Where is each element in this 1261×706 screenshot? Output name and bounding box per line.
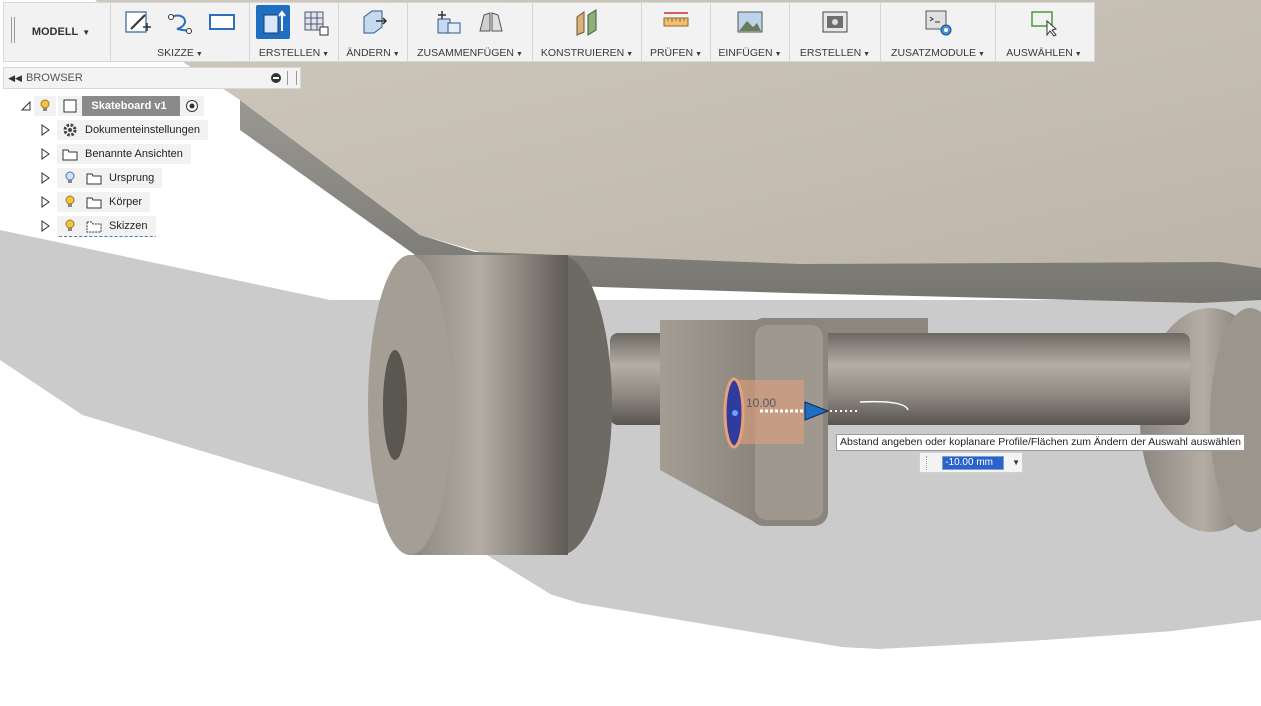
chevron-down-icon: ▼	[1074, 51, 1082, 58]
expand-triangle-icon[interactable]	[37, 216, 53, 236]
chevron-down-icon: ▼	[82, 27, 91, 37]
chevron-down-icon: ▼	[626, 51, 634, 58]
workspace-label: MODELL	[31, 26, 79, 38]
left-wheel	[368, 255, 452, 555]
create-sketch-icon[interactable]	[121, 5, 155, 39]
group-label-auswaehlen: AUSWÄHLEN	[1006, 47, 1073, 59]
form-icon[interactable]	[298, 5, 332, 39]
workspace-switcher[interactable]: MODELL ▼	[12, 3, 111, 61]
document-icon	[58, 96, 82, 116]
group-skizze[interactable]: SKIZZE ▼	[111, 3, 250, 61]
group-auswaehlen[interactable]: AUSWÄHLEN ▼	[996, 3, 1092, 61]
extrude-icon[interactable]	[256, 5, 290, 39]
chevron-down-icon: ▼	[863, 51, 871, 58]
browser-item-benannte-ansichten[interactable]: Benannte Ansichten	[37, 144, 191, 164]
chevron-down-icon[interactable]: ▼	[1010, 458, 1022, 467]
joint-icon[interactable]	[474, 5, 508, 39]
expand-triangle-icon[interactable]	[37, 144, 53, 164]
new-component-icon[interactable]	[432, 5, 466, 39]
browser-root-label[interactable]: Skateboard v1	[82, 96, 180, 116]
rectangle-icon[interactable]	[205, 5, 239, 39]
lightbulb-on-icon[interactable]	[61, 194, 79, 210]
browser-root-row[interactable]: Skateboard v1	[18, 96, 204, 116]
browser-item-skizzen[interactable]: Skizzen	[37, 215, 156, 237]
browser-header: ◀◀ BROWSER	[3, 67, 301, 89]
group-zusatzmodule[interactable]: ZUSATZMODULE ▼	[881, 3, 996, 61]
expand-triangle-icon[interactable]	[37, 120, 53, 140]
group-pruefen[interactable]: PRÜFEN ▼	[642, 3, 711, 61]
insert-image-icon[interactable]	[733, 5, 767, 39]
lightbulb-on-icon[interactable]	[34, 96, 56, 116]
distance-input-widget: ▼	[919, 452, 1023, 473]
folder-icon	[61, 146, 79, 162]
collapse-panel-icon[interactable]: ◀◀	[4, 73, 26, 84]
select-icon[interactable]	[1027, 5, 1061, 39]
group-label-einfuegen: EINFÜGEN	[718, 47, 773, 59]
group-zusammenfuegen[interactable]: ZUSAMMENFÜGEN ▼	[408, 3, 533, 61]
offset-plane-icon[interactable]	[570, 5, 604, 39]
expand-triangle-icon[interactable]	[37, 192, 53, 212]
group-erstellen-render[interactable]: ERSTELLEN ▼	[790, 3, 881, 61]
group-label-aendern: ÄNDERN	[346, 47, 391, 59]
panel-resize-handle[interactable]	[287, 71, 297, 85]
browser-item-label: Skizzen	[109, 219, 148, 232]
ribbon-toolbar: MODELL ▼ SKIZZE ▼ ERSTELLEN ▼ ÄNDERN ▼ Z…	[3, 2, 1095, 62]
chevron-down-icon: ▼	[322, 51, 330, 58]
chevron-down-icon: ▼	[392, 51, 400, 58]
group-einfuegen[interactable]: EINFÜGEN ▼	[711, 3, 790, 61]
browser-item-label: Körper	[109, 196, 143, 208]
toolbar-grip[interactable]	[4, 3, 15, 61]
group-label-erstellen-render: ERSTELLEN	[799, 47, 862, 59]
group-erstellen[interactable]: ERSTELLEN ▼	[250, 3, 339, 61]
spline-icon[interactable]	[163, 5, 197, 39]
scripts-addins-icon[interactable]	[921, 5, 955, 39]
browser-item-label: Ursprung	[109, 172, 155, 184]
folder-icon	[85, 194, 103, 210]
browser-item-ursprung[interactable]: Ursprung	[37, 168, 163, 188]
distance-input[interactable]	[942, 455, 1005, 470]
browser-title: BROWSER	[26, 72, 83, 84]
group-label-zusatzmodule: ZUSATZMODULE	[891, 47, 977, 59]
chevron-down-icon: ▼	[978, 51, 985, 58]
lightbulb-off-icon[interactable]	[61, 170, 79, 186]
group-label-zusammenfuegen: ZUSAMMENFÜGEN	[417, 47, 514, 59]
browser-item-label: Benannte Ansichten	[85, 148, 183, 160]
group-konstruieren[interactable]: KONSTRUIEREN ▼	[533, 3, 642, 61]
expand-triangle-icon[interactable]	[18, 96, 34, 116]
folder-icon	[85, 218, 103, 234]
browser-item-dokumenteinstellungen[interactable]: Dokumenteinstellungen	[37, 120, 208, 140]
group-aendern[interactable]: ÄNDERN ▼	[339, 3, 408, 61]
drag-handle[interactable]	[926, 455, 942, 470]
folder-icon	[85, 170, 103, 186]
chevron-down-icon: ▼	[195, 51, 203, 58]
gear-icon	[61, 122, 79, 138]
lightbulb-on-icon[interactable]	[61, 218, 79, 234]
activate-radio-icon[interactable]	[180, 96, 204, 116]
group-label-konstruieren: KONSTRUIEREN	[540, 47, 625, 59]
expand-triangle-icon[interactable]	[37, 168, 53, 188]
extrude-tooltip: Abstand angeben oder koplanare Profile/F…	[836, 434, 1246, 451]
chevron-down-icon: ▼	[515, 51, 523, 58]
chevron-down-icon: ▼	[695, 51, 703, 58]
measure-icon[interactable]	[659, 5, 693, 39]
extrude-preview	[734, 380, 804, 444]
dimension-label: 10.00	[746, 396, 776, 410]
minimize-icon[interactable]	[271, 73, 281, 83]
render-icon[interactable]	[818, 5, 852, 39]
chevron-down-icon: ▼	[774, 51, 782, 58]
group-label-skizze: SKIZZE	[157, 47, 194, 59]
browser-item-koerper[interactable]: Körper	[37, 192, 151, 212]
group-label-erstellen: ERSTELLEN	[258, 47, 321, 59]
press-pull-icon[interactable]	[356, 5, 390, 39]
browser-item-label: Dokumenteinstellungen	[85, 124, 200, 136]
group-label-pruefen: PRÜFEN	[649, 47, 694, 59]
